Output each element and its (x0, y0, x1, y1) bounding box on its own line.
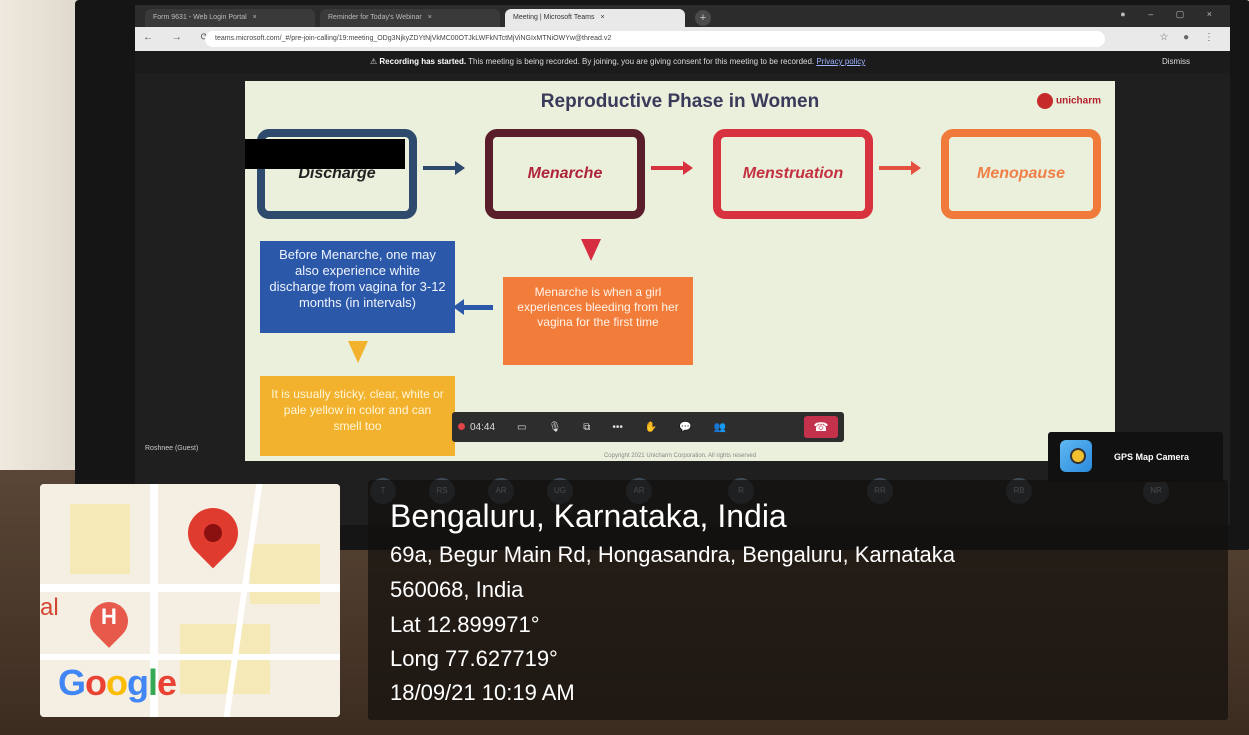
stage-label: Menarche (527, 165, 603, 182)
recording-bold: Recording has started. (379, 57, 467, 66)
presentation-slide: Reproductive Phase in Women unicharm Dis… (245, 81, 1115, 461)
unicharm-logo: unicharm (1036, 93, 1101, 109)
tab-label: Meeting | Microsoft Teams (513, 14, 595, 21)
location-latitude: Lat 12.899971° (390, 612, 540, 637)
stage-menopause: Menopause (941, 129, 1101, 219)
map-road (40, 584, 340, 592)
stage-menarche: Menarche (485, 129, 645, 219)
close-icon[interactable]: × (600, 14, 604, 21)
slide-title: Reproductive Phase in Women (540, 91, 820, 112)
hang-up-button[interactable]: ☎ (804, 416, 838, 438)
google-logo: Google (58, 662, 177, 703)
arrow-right-icon (879, 161, 921, 175)
participants-icon[interactable]: 👥 (714, 422, 726, 433)
info-box-discharge-detail: It is usually sticky, clear, white or pa… (260, 376, 455, 456)
logo-text: unicharm (1055, 95, 1101, 107)
browser-tab-1[interactable]: Form 9631 - Web Login Portal × (145, 9, 315, 27)
map-block (250, 544, 320, 604)
location-timestamp: 18/09/21 10:19 AM (390, 680, 575, 705)
location-map: al H Google (40, 484, 340, 717)
address-bar: ← → ⟳ teams.microsoft.com/_#/pre-join-ca… (135, 27, 1230, 51)
new-tab-icon[interactable]: + (695, 10, 711, 26)
close-icon[interactable]: × (428, 14, 432, 21)
gps-app-badge: GPS Map Camera (1048, 432, 1223, 482)
share-icon[interactable]: ⧉ (583, 422, 590, 433)
gps-camera-icon (1060, 440, 1092, 472)
close-icon[interactable]: × (253, 14, 257, 21)
timer-text: 04:44 (470, 421, 496, 433)
arrow-down-icon (581, 239, 601, 261)
url-field[interactable]: teams.microsoft.com/_#/pre-join-calling/… (205, 31, 1105, 47)
tab-label: Reminder for Today's Webinar (328, 14, 422, 21)
meeting-toolbar: 04:44 ▭ 🎙 ⧉ ••• ✋ 💬 👥 ☎ (452, 412, 844, 442)
arrow-down-icon (348, 341, 368, 363)
arrow-right-icon (423, 161, 465, 175)
recording-message: ⚠ Recording has started. This meeting is… (370, 57, 866, 66)
more-icon[interactable]: ••• (612, 422, 623, 433)
tab-label: Form 9631 - Web Login Portal (153, 14, 247, 21)
map-road (40, 654, 340, 660)
slide-copyright: Copyright 2021 Unicharm Corporation. All… (603, 453, 757, 459)
browser-tabbar: Form 9631 - Web Login Portal × Reminder f… (135, 5, 1230, 27)
location-city: Bengaluru, Karnataka, India (390, 498, 787, 534)
browser-extension-icons[interactable]: ☆ ● ⋮ (1159, 32, 1220, 43)
arrow-left-icon (453, 299, 493, 315)
browser-tab-2[interactable]: Reminder for Today's Webinar × (320, 9, 500, 27)
stage-menstruation: Menstruation (713, 129, 873, 219)
stage-label: Menopause (976, 165, 1065, 182)
microphone-icon[interactable]: 🎙 (548, 422, 561, 433)
location-address-line1: 69a, Begur Main Rd, Hongasandra, Bengalu… (390, 542, 956, 567)
raise-hand-icon[interactable]: ✋ (645, 422, 657, 433)
chat-icon[interactable]: 💬 (679, 422, 691, 433)
location-longitude: Long 77.627719° (390, 646, 558, 671)
map-block (70, 504, 130, 574)
redaction-bar (245, 139, 405, 169)
photo-scene: Form 9631 - Web Login Portal × Reminder f… (0, 0, 1249, 735)
stage-label: Menstruation (742, 165, 844, 182)
recording-text: This meeting is being recorded. By joini… (468, 57, 815, 66)
map-label-fragment: al (40, 594, 59, 621)
camera-icon[interactable]: ▭ (517, 422, 526, 433)
privacy-policy-link[interactable]: Privacy policy (816, 57, 865, 66)
recording-timer: 04:44 (458, 422, 495, 433)
info-box-menarche: Menarche is when a girl experiences blee… (503, 277, 693, 365)
location-address-line2: 560068, India (390, 577, 524, 602)
dismiss-button[interactable]: Dismiss (1162, 51, 1190, 73)
browser-tab-3[interactable]: Meeting | Microsoft Teams × (505, 9, 685, 27)
record-icon (458, 422, 465, 430)
arrow-right-icon (651, 161, 693, 175)
window-controls[interactable]: ● – ▢ × (1120, 9, 1222, 20)
gps-app-name: GPS Map Camera (1114, 452, 1190, 462)
recording-banner: ⚠ Recording has started. This meeting is… (135, 51, 1230, 73)
hospital-marker-label: H (101, 604, 117, 629)
guest-label: Roshnee (Guest) (145, 445, 199, 452)
info-box-discharge: Before Menarche, one may also experience… (260, 241, 455, 333)
